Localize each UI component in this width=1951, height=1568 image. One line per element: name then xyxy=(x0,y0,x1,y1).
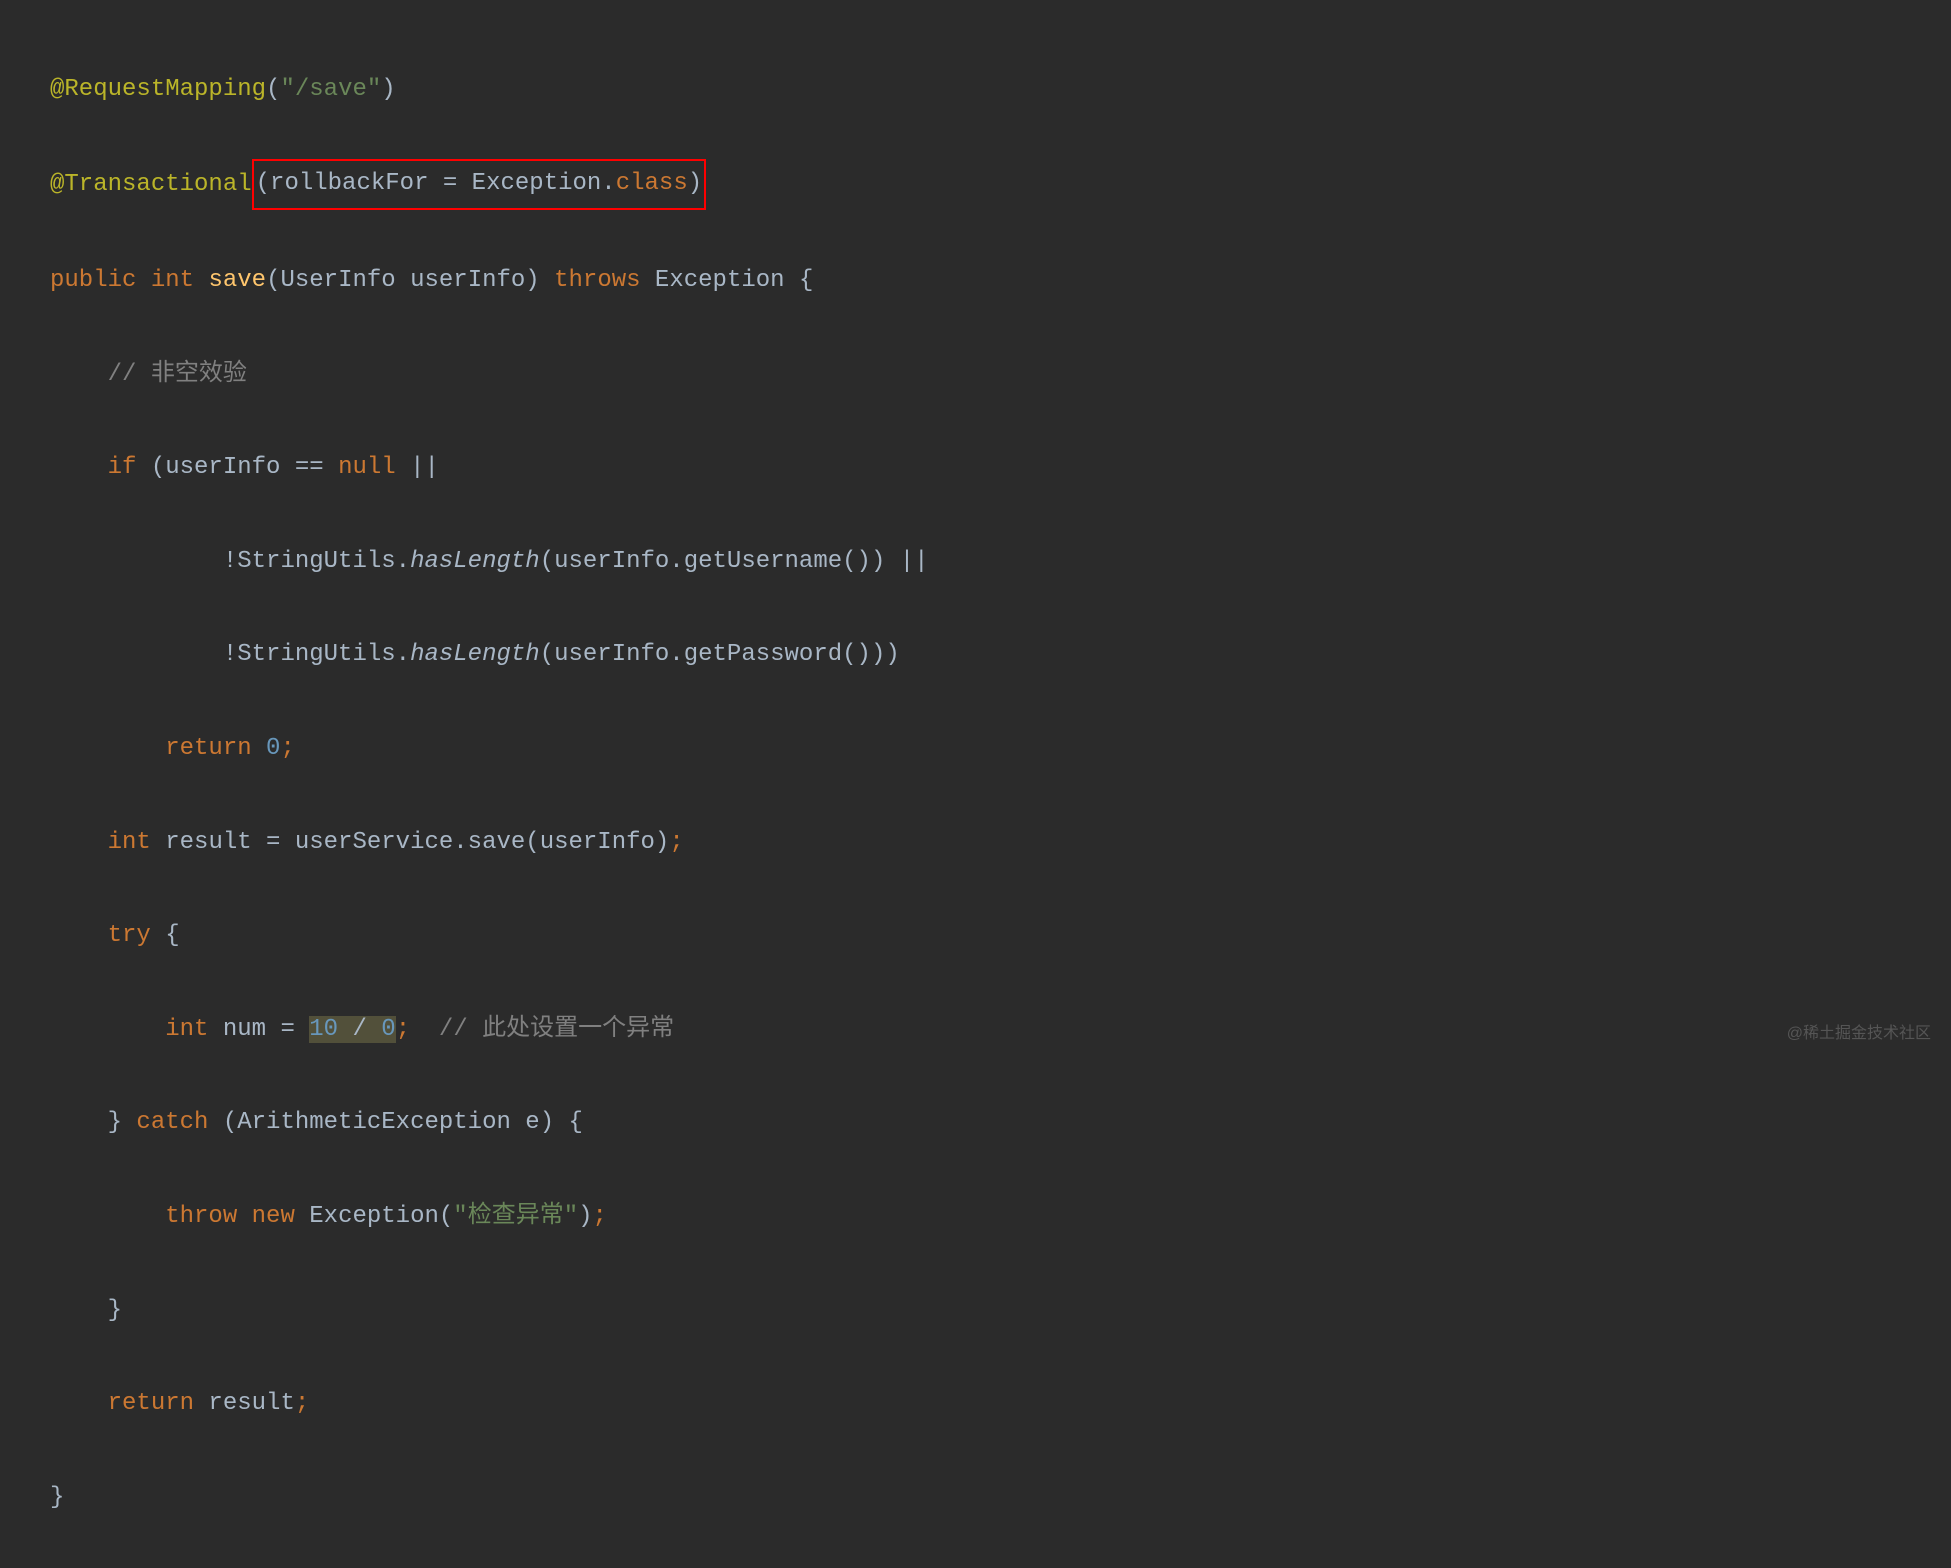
text: } xyxy=(50,1484,64,1511)
text xyxy=(410,1016,439,1043)
semi: ; xyxy=(295,1390,309,1417)
comment: // 非空效验 xyxy=(108,361,247,388)
keyword: catch xyxy=(136,1109,208,1136)
keyword: int xyxy=(151,267,194,294)
text: } xyxy=(108,1297,122,1324)
code-line: } xyxy=(50,1475,1901,1522)
text: num = xyxy=(208,1016,309,1043)
annotation: @RequestMapping xyxy=(50,76,266,103)
warning-highlight: 10 / 0 xyxy=(309,1016,395,1043)
code-line: int num = 10 / 0; // 此处设置一个异常 xyxy=(50,1007,1901,1054)
text: } xyxy=(108,1109,137,1136)
code-line: return 0; xyxy=(50,726,1901,773)
text: || xyxy=(396,454,439,481)
code-line: !StringUtils.hasLength(userInfo.getUsern… xyxy=(50,539,1901,586)
keyword: public xyxy=(50,267,136,294)
highlight-box: (rollbackFor = Exception.class) xyxy=(252,159,706,210)
string-literal: "/save" xyxy=(280,76,381,103)
code-line: try { xyxy=(50,913,1901,960)
code-line: @Transactional(rollbackFor = Exception.c… xyxy=(50,160,1901,211)
number: 0 xyxy=(381,1016,395,1043)
keyword: int xyxy=(108,829,151,856)
code-line: !StringUtils.hasLength(userInfo.getPassw… xyxy=(50,632,1901,679)
text: (userInfo == xyxy=(136,454,338,481)
code-line: // 非空效验 xyxy=(50,352,1901,399)
text: result xyxy=(194,1390,295,1417)
comment: // 此处设置一个异常 xyxy=(439,1016,674,1043)
string-literal: "检查异常" xyxy=(453,1203,578,1230)
code-line: @RequestMapping("/save") xyxy=(50,67,1901,114)
params: (UserInfo userInfo) xyxy=(266,267,554,294)
keyword: class xyxy=(616,170,688,197)
code-line: public int save(UserInfo userInfo) throw… xyxy=(50,258,1901,305)
paren: ( xyxy=(266,76,280,103)
code-line: if (userInfo == null || xyxy=(50,445,1901,492)
text: result = userService.save(userInfo) xyxy=(151,829,669,856)
keyword: null xyxy=(338,454,396,481)
semi: ; xyxy=(669,829,683,856)
text: Exception( xyxy=(295,1203,453,1230)
keyword: throws xyxy=(554,267,640,294)
text xyxy=(237,1203,251,1230)
text: !StringUtils. xyxy=(223,548,410,575)
number: 10 xyxy=(309,1016,338,1043)
text: (userInfo.getPassword())) xyxy=(540,641,900,668)
code-line: return result; xyxy=(50,1381,1901,1428)
semi: ; xyxy=(280,735,294,762)
paren: ) xyxy=(688,170,702,197)
semi: ; xyxy=(593,1203,607,1230)
text: (ArithmeticException e) { xyxy=(208,1109,582,1136)
semi: ; xyxy=(396,1016,410,1043)
number: 0 xyxy=(266,735,280,762)
keyword: return xyxy=(108,1390,194,1417)
method-name: save xyxy=(208,267,266,294)
paren: ( xyxy=(256,170,270,197)
text: ) xyxy=(578,1203,592,1230)
keyword: return xyxy=(165,735,251,762)
code-line: throw new Exception("检查异常"); xyxy=(50,1194,1901,1241)
annotation: @Transactional xyxy=(50,171,252,198)
keyword: if xyxy=(108,454,137,481)
watermark: @稀土掘金技术社区 xyxy=(1787,1018,1931,1049)
code-line: int result = userService.save(userInfo); xyxy=(50,820,1901,867)
param-text: rollbackFor = Exception. xyxy=(270,170,616,197)
paren: ) xyxy=(381,76,395,103)
static-method: hasLength xyxy=(410,641,540,668)
keyword: int xyxy=(165,1016,208,1043)
keyword: try xyxy=(108,922,151,949)
code-editor: @RequestMapping("/save") @Transactional(… xyxy=(50,20,1901,1568)
code-line: } catch (ArithmeticException e) { xyxy=(50,1100,1901,1147)
keyword: throw xyxy=(165,1203,237,1230)
text: { xyxy=(151,922,180,949)
text: (userInfo.getUsername()) || xyxy=(540,548,929,575)
static-method: hasLength xyxy=(410,548,540,575)
text xyxy=(252,735,266,762)
text: / xyxy=(338,1016,381,1043)
text: Exception { xyxy=(641,267,814,294)
keyword: new xyxy=(252,1203,295,1230)
text: !StringUtils. xyxy=(223,641,410,668)
code-line: } xyxy=(50,1288,1901,1335)
